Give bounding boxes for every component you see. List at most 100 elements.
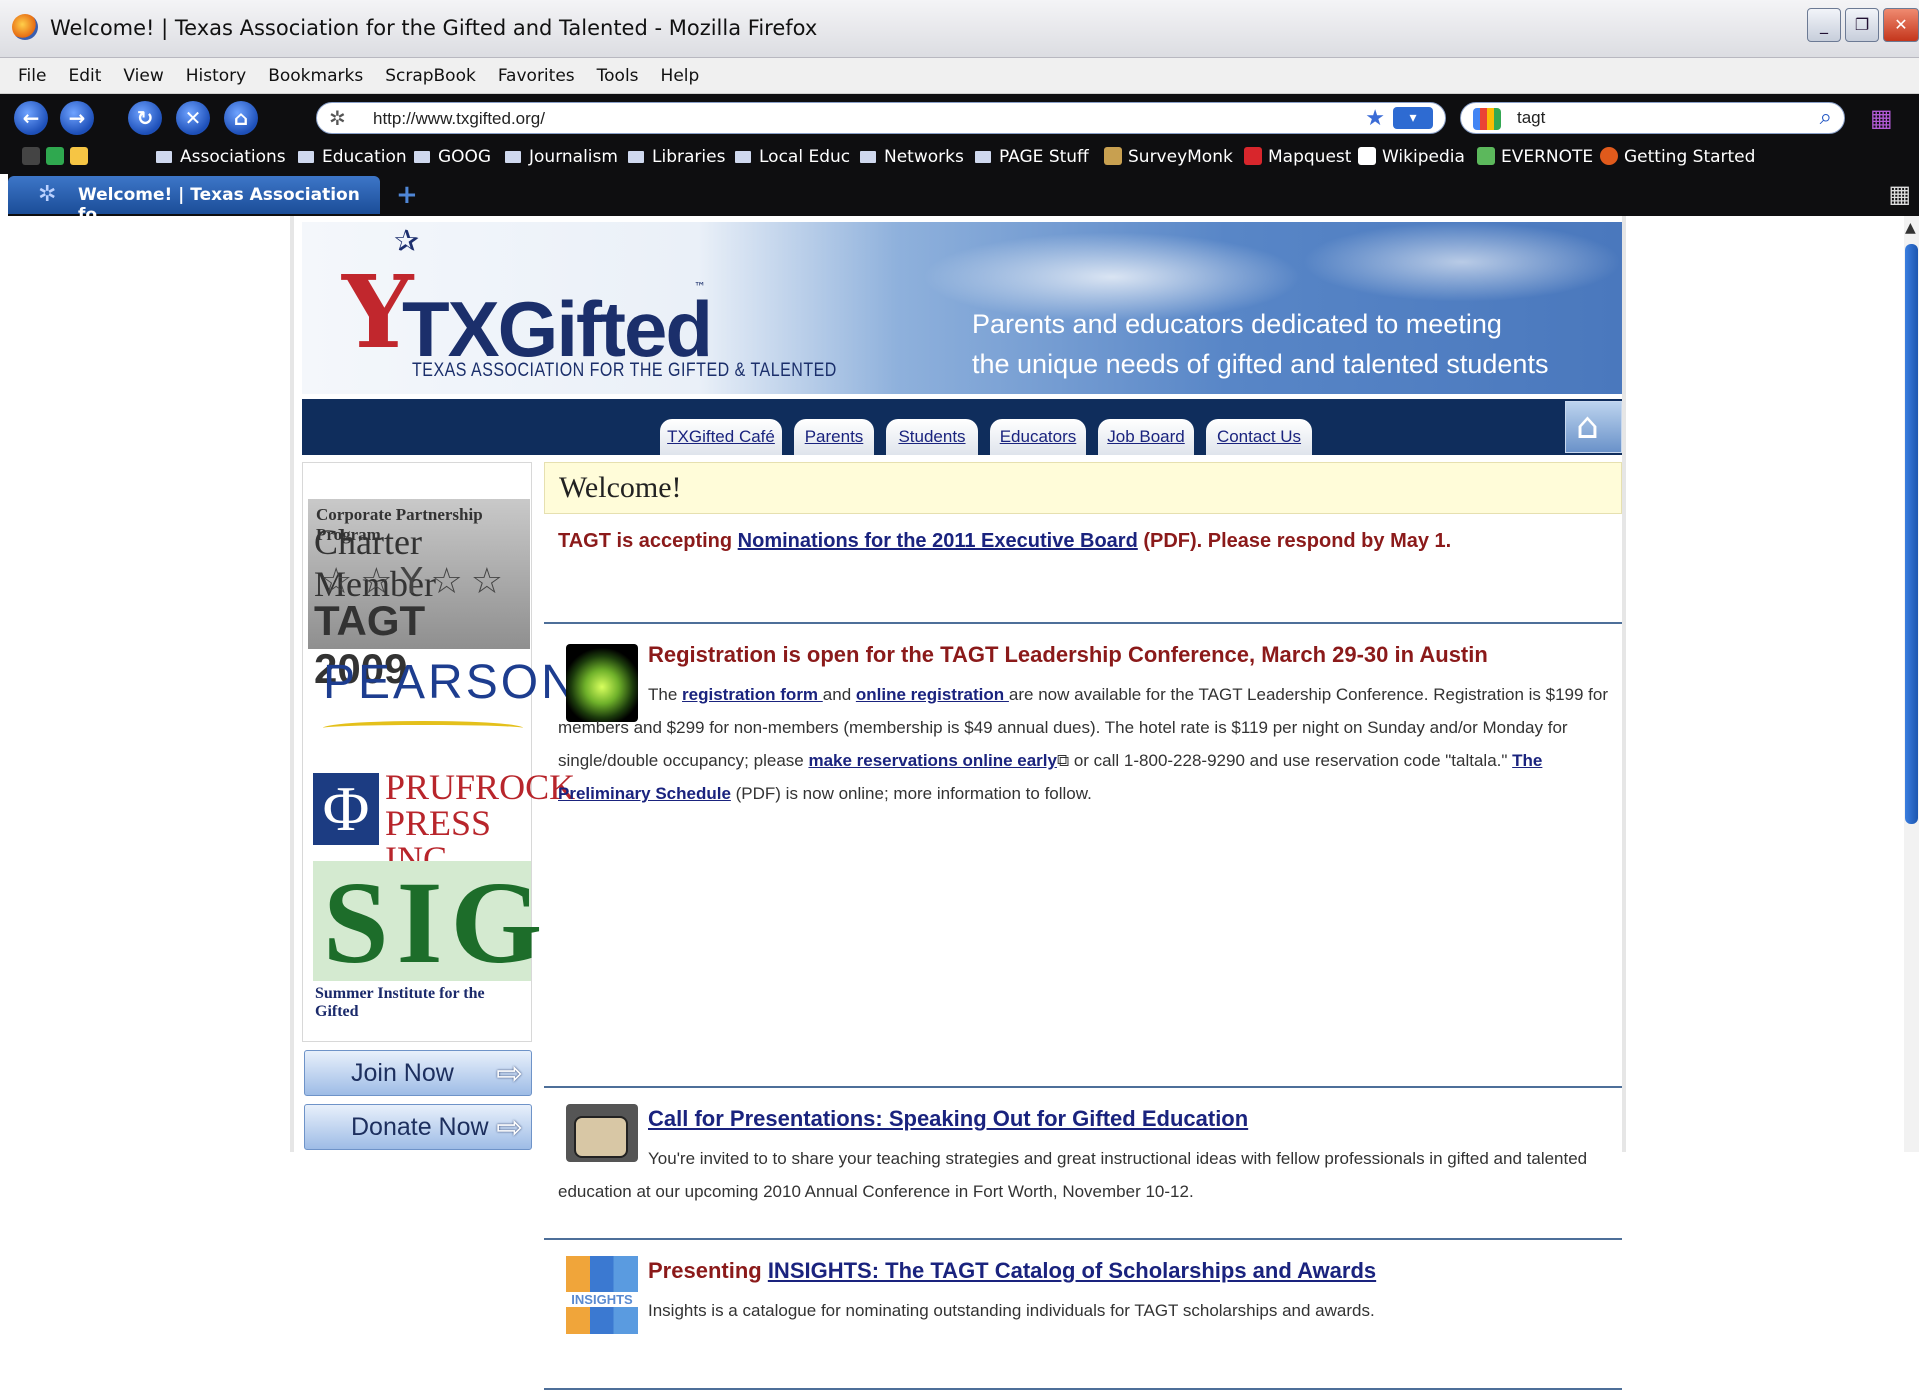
pearson-logo[interactable]: PEARSON: [323, 655, 579, 710]
web-page: ✰ Y TXGifted ™ TEXAS ASSOCIATION FOR THE…: [290, 216, 1626, 1390]
site-identity-icon[interactable]: ✲: [329, 106, 346, 130]
menu-edit[interactable]: Edit: [57, 58, 112, 94]
nav-txgifted-cafe[interactable]: TXGifted Café: [660, 419, 782, 455]
reservations-link[interactable]: make reservations online early: [808, 751, 1057, 770]
notes-icon: [70, 147, 88, 165]
sponsor-sidebar: Corporate Partnership Program Charter Me…: [302, 462, 576, 1042]
search-bar[interactable]: ⌕: [1460, 102, 1845, 134]
prufrock-logo-icon[interactable]: Φ: [313, 773, 379, 845]
stumbleupon-icon: [46, 147, 64, 165]
scroll-up-icon[interactable]: ▲: [1905, 220, 1916, 236]
window-titlebar: Welcome! | Texas Association for the Gif…: [0, 0, 1919, 58]
bookmark-mapquest[interactable]: Mapquest: [1244, 147, 1351, 167]
menu-bookmarks[interactable]: Bookmarks: [257, 58, 374, 94]
vertical-scrollbar[interactable]: ▲: [1904, 216, 1919, 1152]
bookmark-surveymonk[interactable]: SurveyMonk: [1104, 147, 1233, 167]
bookmark-goog[interactable]: GOOG: [414, 147, 491, 167]
bookmark-star-icon[interactable]: ★: [1365, 106, 1385, 131]
arrow-right-icon: ⇨: [496, 1109, 523, 1145]
bookmark-evernote[interactable]: EVERNOTE: [1477, 147, 1593, 167]
divider: [544, 1238, 1622, 1240]
bookmark-education[interactable]: Education: [298, 147, 407, 167]
divider: [544, 1086, 1622, 1088]
window-title: Welcome! | Texas Association for the Gif…: [50, 16, 818, 40]
news-heading: Registration is open for the TAGT Leader…: [648, 642, 1488, 667]
nominations-link[interactable]: Nominations for the 2011 Executive Board: [738, 530, 1138, 552]
nav-parents[interactable]: Parents: [794, 419, 874, 455]
donate-now-button[interactable]: Donate Now ⇨: [304, 1104, 532, 1150]
tab-favicon-icon: ✲: [38, 182, 57, 207]
nav-students[interactable]: Students: [886, 419, 978, 455]
search-icon[interactable]: ⌕: [1820, 105, 1832, 130]
bookmark-libraries[interactable]: Libraries: [628, 147, 725, 167]
apps-grid-icon[interactable]: ▦: [1870, 104, 1893, 132]
nav-educators[interactable]: Educators: [990, 419, 1086, 455]
site-header: ✰ Y TXGifted ™ TEXAS ASSOCIATION FOR THE…: [302, 222, 1622, 394]
site-tagline: Parents and educators dedicated to meeti…: [972, 309, 1549, 379]
home-icon[interactable]: ⌂: [224, 101, 258, 135]
online-registration-link[interactable]: online registration: [856, 685, 1009, 704]
tab-bar: ✲ Welcome! | Texas Association fo... + ▦: [8, 174, 1919, 225]
news-body: Insights is a catalogue for nominating o…: [648, 1301, 1375, 1320]
nav-job-board[interactable]: Job Board: [1098, 419, 1194, 455]
folder-icon: [735, 151, 751, 163]
logo-trademark: ™: [694, 280, 706, 294]
stars-icon: ☆☆Y☆☆: [320, 561, 512, 602]
menu-help[interactable]: Help: [650, 58, 711, 94]
stop-icon[interactable]: ✕: [176, 101, 210, 135]
welcome-banner: Welcome!: [544, 462, 1622, 514]
forward-icon[interactable]: →: [60, 101, 94, 135]
folder-icon: [414, 151, 430, 163]
address-bar[interactable]: ✲ ★ ▾: [316, 102, 1446, 134]
evernote-icon: [1477, 147, 1495, 165]
nav-contact-us[interactable]: Contact Us: [1206, 419, 1312, 455]
url-input[interactable]: [373, 109, 1273, 129]
minimize-button[interactable]: _: [1807, 8, 1841, 42]
bookmarks-toolbar: Associations Education GOOG Journalism L…: [0, 142, 1919, 174]
bookmark-getting-started[interactable]: Getting Started: [1600, 147, 1755, 167]
bookmark-journalism[interactable]: Journalism: [505, 147, 618, 167]
call-for-presentations-link[interactable]: Call for Presentations: Speaking Out for…: [648, 1106, 1248, 1132]
site-home-button[interactable]: ⌂: [1565, 401, 1622, 453]
tab-list-icon[interactable]: ▦: [1888, 180, 1911, 208]
go-button[interactable]: ▾: [1393, 107, 1433, 129]
sig-logo[interactable]: SIG: [313, 857, 542, 988]
google-icon[interactable]: [1473, 108, 1501, 130]
menu-favorites[interactable]: Favorites: [487, 58, 586, 94]
surveymonkey-icon: [1104, 147, 1122, 165]
bookmark-wikipedia[interactable]: Wikipedia: [1358, 147, 1465, 167]
restore-button[interactable]: ❐: [1845, 8, 1879, 42]
folder-icon: [860, 151, 876, 163]
folder-icon: [975, 151, 991, 163]
external-link-icon: ⧉: [1056, 751, 1070, 770]
folder-icon: [156, 151, 172, 163]
menu-scrapbook[interactable]: ScrapBook: [374, 58, 487, 94]
insights-catalog-link[interactable]: INSIGHTS: The TAGT Catalog of Scholarshi…: [768, 1258, 1376, 1283]
menu-file[interactable]: File: [0, 58, 57, 94]
scroll-thumb[interactable]: [1905, 244, 1918, 824]
menu-tools[interactable]: Tools: [586, 58, 650, 94]
search-input[interactable]: [1517, 108, 1797, 128]
bookmark-page-stuff[interactable]: PAGE Stuff: [975, 147, 1089, 167]
join-now-button[interactable]: Join Now ⇨: [304, 1050, 532, 1096]
back-icon[interactable]: ←: [14, 101, 48, 135]
news-heading: Presenting INSIGHTS: The TAGT Catalog of…: [648, 1258, 1377, 1283]
bookmark-networks[interactable]: Networks: [860, 147, 964, 167]
new-tab-icon[interactable]: +: [396, 180, 418, 210]
tagt-charter-member-badge[interactable]: Corporate Partnership Program Charter Me…: [308, 499, 530, 692]
menu-history[interactable]: History: [175, 58, 257, 94]
bookmark-local-educ[interactable]: Local Educ: [735, 147, 850, 167]
firefox-icon: [12, 14, 38, 40]
reload-icon[interactable]: ↻: [128, 101, 162, 135]
close-button[interactable]: ✕: [1883, 8, 1919, 42]
house-icon: ⌂: [1576, 406, 1599, 447]
menu-bar: File Edit View History Bookmarks ScrapBook Fav…: [0, 58, 1919, 94]
navigation-toolbar: ← → ↻ ✕ ⌂ ✲ ★ ▾ ⌕ ▦: [0, 94, 1919, 142]
folder-icon: [298, 151, 314, 163]
registration-form-link[interactable]: registration form: [682, 685, 823, 704]
tab-welcome[interactable]: ✲ Welcome! | Texas Association fo...: [8, 176, 380, 225]
bookmark-associations[interactable]: Associations: [156, 147, 286, 167]
menu-view[interactable]: View: [112, 58, 174, 94]
news-body: The registration form and online registr…: [558, 685, 1609, 803]
bookmark-tool-icons[interactable]: [22, 147, 94, 167]
